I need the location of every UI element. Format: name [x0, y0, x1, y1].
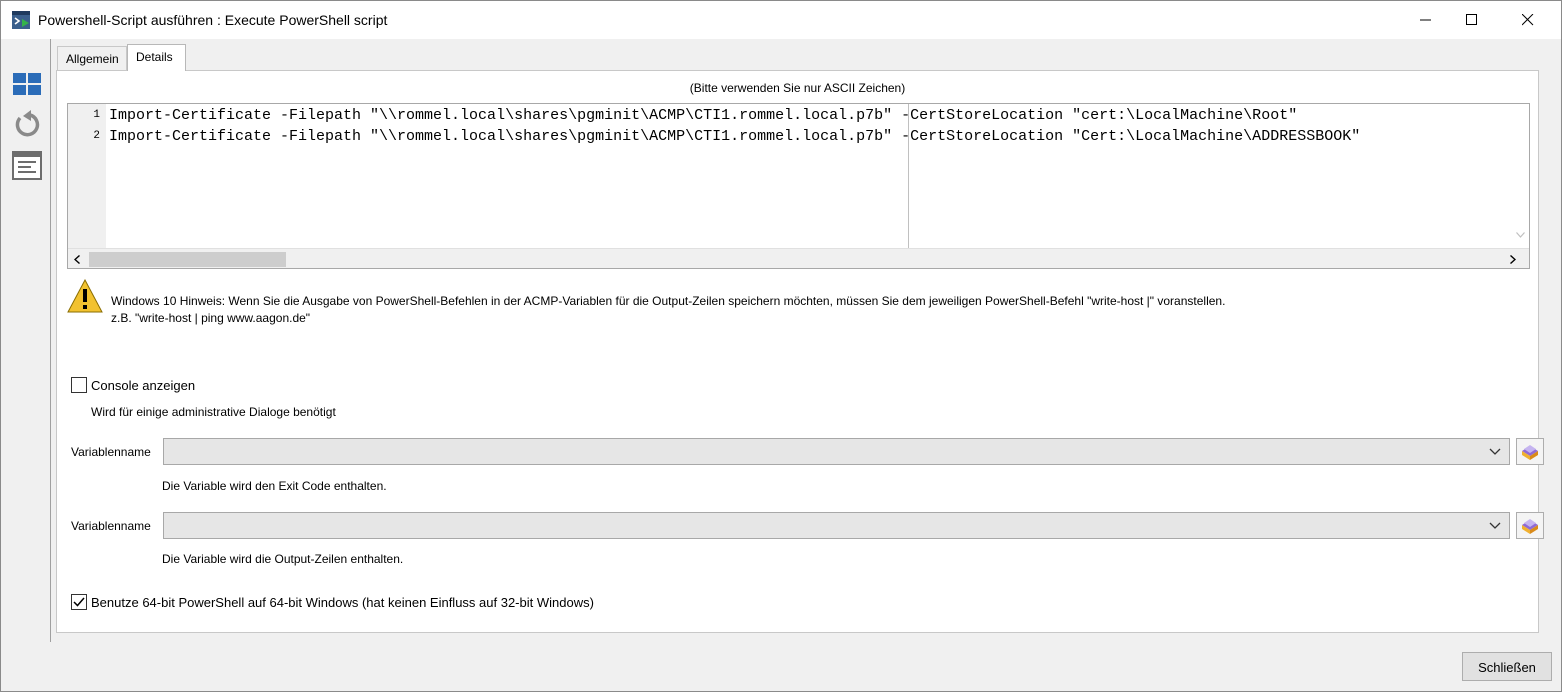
line-number: 2	[93, 130, 100, 142]
app-icon	[11, 10, 31, 30]
script-editor[interactable]: 1 2 Import-Certificate -Filepath "\\romm…	[67, 103, 1530, 269]
variable-picker-button[interactable]	[1516, 438, 1544, 465]
use-64bit-label[interactable]: Benutze 64-bit PowerShell auf 64-bit Win…	[91, 595, 594, 610]
output-variable-select[interactable]	[163, 512, 1510, 539]
minimize-button[interactable]	[1403, 1, 1449, 39]
code-line[interactable]: Import-Certificate -Filepath "\\rommel.l…	[109, 107, 1297, 124]
console-checkbox[interactable]	[71, 377, 87, 393]
minimize-icon	[1420, 19, 1431, 21]
checkmark-icon	[73, 597, 85, 607]
output-variable-description: Die Variable wird die Output-Zeilen enth…	[162, 552, 404, 566]
editor-horizontal-scrollbar[interactable]	[68, 248, 1529, 268]
console-description: Wird für einige administrative Dialoge b…	[91, 405, 336, 419]
window-title: Powershell-Script ausführen : Execute Po…	[38, 12, 388, 28]
side-toolbar	[1, 39, 51, 642]
variable-picker-icon	[1522, 519, 1538, 534]
chevron-down-icon	[1489, 448, 1501, 455]
chevron-down-icon	[1489, 522, 1501, 529]
undo-icon[interactable]	[11, 109, 43, 141]
tab-allgemein[interactable]: Allgemein	[57, 46, 127, 70]
right-margin-guide	[908, 104, 909, 248]
console-label[interactable]: Console anzeigen	[91, 378, 195, 393]
form-window-icon[interactable]	[11, 149, 43, 181]
dialog-window: Powershell-Script ausführen : Execute Po…	[0, 0, 1562, 692]
maximize-button[interactable]	[1449, 1, 1495, 39]
tab-details[interactable]: Details	[127, 44, 186, 71]
warning-icon	[67, 278, 103, 313]
ascii-note: (Bitte verwenden Sie nur ASCII Zeichen)	[689, 81, 906, 95]
exit-code-variable-description: Die Variable wird den Exit Code enthalte…	[162, 479, 387, 493]
close-button[interactable]: Schließen	[1462, 652, 1552, 681]
chevron-right-icon[interactable]	[1510, 255, 1516, 264]
use-64bit-checkbox[interactable]	[71, 594, 87, 610]
exit-code-variable-label: Variablenname	[71, 445, 151, 459]
warning-text: Windows 10 Hinweis: Wenn Sie die Ausgabe…	[111, 293, 1225, 327]
maximize-icon	[1466, 14, 1477, 25]
close-icon	[1522, 14, 1534, 26]
layout-grid-icon[interactable]	[11, 69, 43, 101]
line-number: 1	[93, 109, 100, 121]
scrollbar-thumb[interactable]	[89, 252, 286, 267]
outer-scrollbar[interactable]	[1542, 39, 1560, 642]
exit-code-variable-select[interactable]	[163, 438, 1510, 465]
code-line[interactable]: Import-Certificate -Filepath "\\rommel.l…	[109, 128, 1360, 145]
title-bar: Powershell-Script ausführen : Execute Po…	[1, 1, 1561, 39]
variable-picker-button[interactable]	[1516, 512, 1544, 539]
chevron-left-icon[interactable]	[74, 255, 80, 264]
warning-line: Windows 10 Hinweis: Wenn Sie die Ausgabe…	[111, 294, 1226, 308]
line-number-gutter: 1 2	[68, 104, 106, 248]
close-window-button[interactable]	[1505, 1, 1551, 39]
warning-line: z.B. "write-host | ping www.aagon.de"	[111, 311, 311, 325]
editor-vertical-scrollbar[interactable]	[1511, 104, 1529, 248]
variable-picker-icon	[1522, 445, 1538, 460]
chevron-down-icon[interactable]	[1516, 232, 1525, 238]
details-panel: (Bitte verwenden Sie nur ASCII Zeichen) …	[56, 70, 1544, 633]
output-variable-label: Variablenname	[71, 519, 151, 533]
